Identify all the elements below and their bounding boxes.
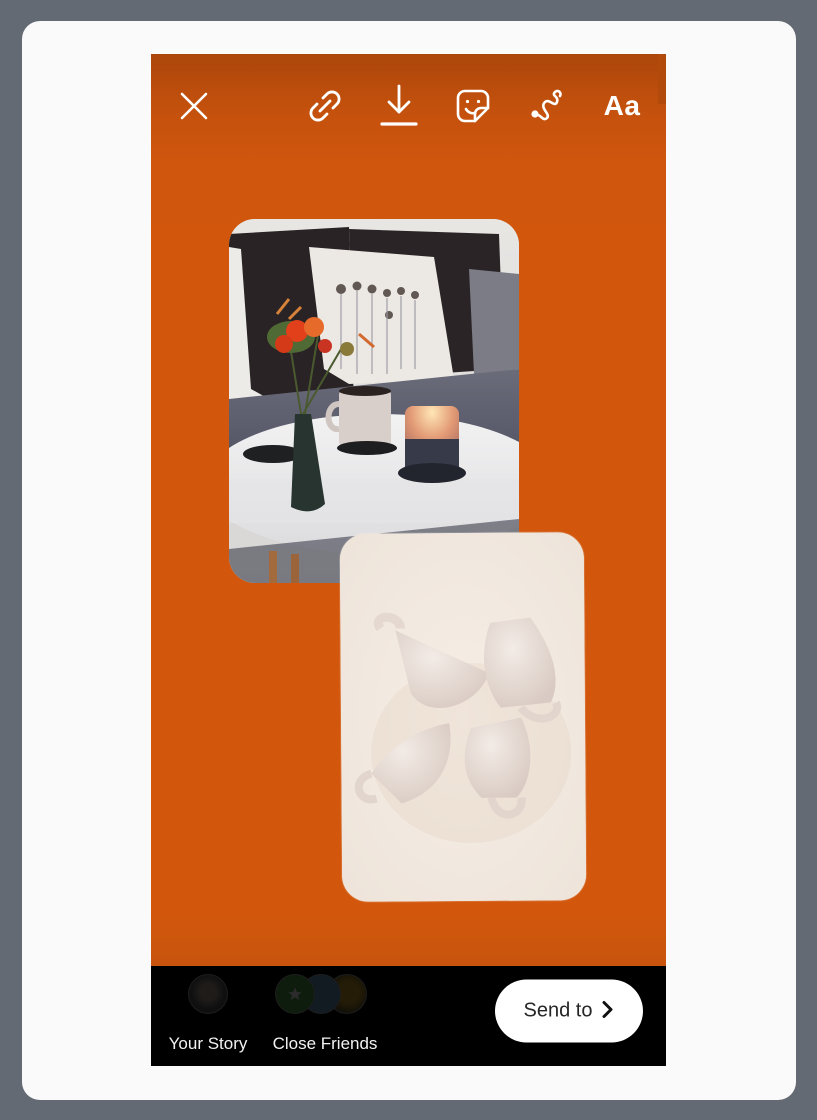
text-tool-label: Aa [603, 90, 641, 121]
close-friends-button[interactable]: Close Friends [269, 974, 381, 1054]
chevron-right-icon [602, 1001, 614, 1022]
your-story-label: Your Story [168, 1034, 248, 1053]
draw-icon [529, 88, 567, 124]
story-editor-screen: Aa Your Story Close Friends Send to [151, 54, 666, 1066]
share-bar: Your Story Close Friends Send to [151, 966, 666, 1066]
download-icon [379, 84, 419, 128]
link-button[interactable] [303, 84, 347, 128]
close-icon [179, 91, 209, 121]
sticker-button[interactable] [451, 84, 495, 128]
living-room-image [229, 219, 519, 583]
send-to-button[interactable]: Send to [495, 979, 643, 1043]
star-icon [288, 987, 302, 1000]
link-icon [307, 88, 343, 124]
top-toolbar: Aa [151, 84, 666, 128]
text-tool-button[interactable]: Aa [598, 84, 646, 128]
photo-ceramic-cups[interactable] [339, 532, 587, 902]
ceramic-cups-image [339, 532, 587, 902]
your-story-avatar [188, 974, 228, 1014]
close-friends-star-avatar [275, 974, 315, 1014]
draw-button[interactable] [526, 84, 570, 128]
your-story-button[interactable]: Your Story [165, 974, 251, 1054]
download-button[interactable] [377, 84, 421, 128]
sticker-icon [455, 88, 491, 124]
close-button[interactable] [172, 84, 216, 128]
close-friends-label: Close Friends [272, 1034, 378, 1053]
photo-living-room[interactable] [229, 219, 519, 583]
send-to-label: Send to [523, 999, 593, 1022]
